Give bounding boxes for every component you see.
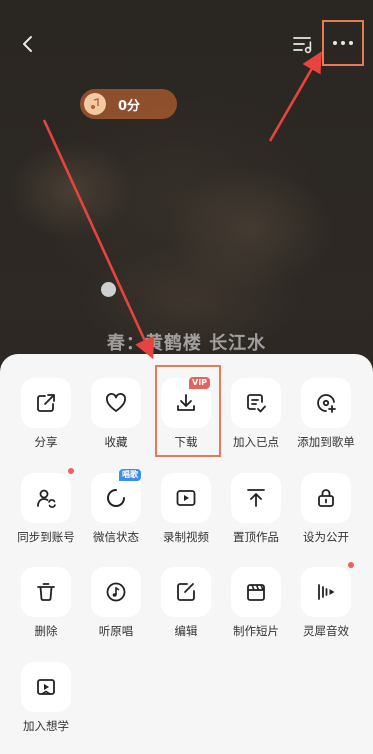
sing-badge: 唱歌 [119,469,141,481]
playlist-button[interactable] [287,28,319,60]
more-dots-icon [333,41,353,45]
disc-add-icon [301,378,351,428]
clapperboard-icon [231,567,281,617]
music-note-icon [84,93,106,115]
make-short-action[interactable]: 制作短片 [221,543,291,638]
video-play-icon [161,473,211,523]
add-played-action[interactable]: 加入已点 [221,354,291,449]
trash-icon [21,567,71,617]
music-disc-icon [91,567,141,617]
delete-action[interactable]: 删除 [11,543,81,638]
score-pill: 0分 [80,89,177,119]
sound-effect-notification-dot [348,562,354,568]
playlist-icon [293,37,312,54]
more-actions-sheet: 分享 收藏 VIP 下载 加入已点 添加到歌单 同步到账号 唱歌 微信状态 录制… [0,354,373,754]
sync-account-action[interactable]: 同步到账号 [11,449,81,544]
edit-action[interactable]: 编辑 [151,543,221,638]
user-sync-icon [21,473,71,523]
heart-icon [91,378,141,428]
share-action[interactable]: 分享 [11,354,81,449]
add-to-learn-label: 加入想学 [23,719,69,733]
sound-effect-label: 灵犀音效 [303,624,349,638]
add-to-learn-action[interactable]: 加入想学 [11,638,81,733]
set-public-action[interactable]: 设为公开 [291,449,361,544]
pin-work-action[interactable]: 置顶作品 [221,449,291,544]
wechat-status-action[interactable]: 唱歌 微信状态 [81,449,151,544]
lyric-line: 春：黄鹤楼 长江水 [106,333,267,354]
top-bar [0,0,373,86]
list-check-icon [231,378,281,428]
edit-icon [161,567,211,617]
more-button[interactable] [325,24,361,62]
sync-notification-dot [68,468,74,474]
progress-handle[interactable] [101,282,116,297]
add-to-playlist-action[interactable]: 添加到歌单 [291,354,361,449]
download-action[interactable]: VIP 下载 [151,354,221,449]
share-icon [21,378,71,428]
pin-top-icon [231,473,281,523]
add-to-playlist-label: 添加到歌单 [297,435,355,449]
play-square-icon [21,662,71,712]
listen-original-action[interactable]: 听原唱 [81,543,151,638]
vip-badge: VIP [189,377,211,389]
lock-icon [301,473,351,523]
record-video-action[interactable]: 录制视频 [151,449,221,544]
sound-effect-action[interactable]: 灵犀音效 [291,543,361,638]
back-button[interactable] [12,28,44,60]
favorite-action[interactable]: 收藏 [81,354,151,449]
waveform-icon [301,567,351,617]
chevron-left-icon [23,36,32,52]
score-value: 0分 [118,98,141,114]
